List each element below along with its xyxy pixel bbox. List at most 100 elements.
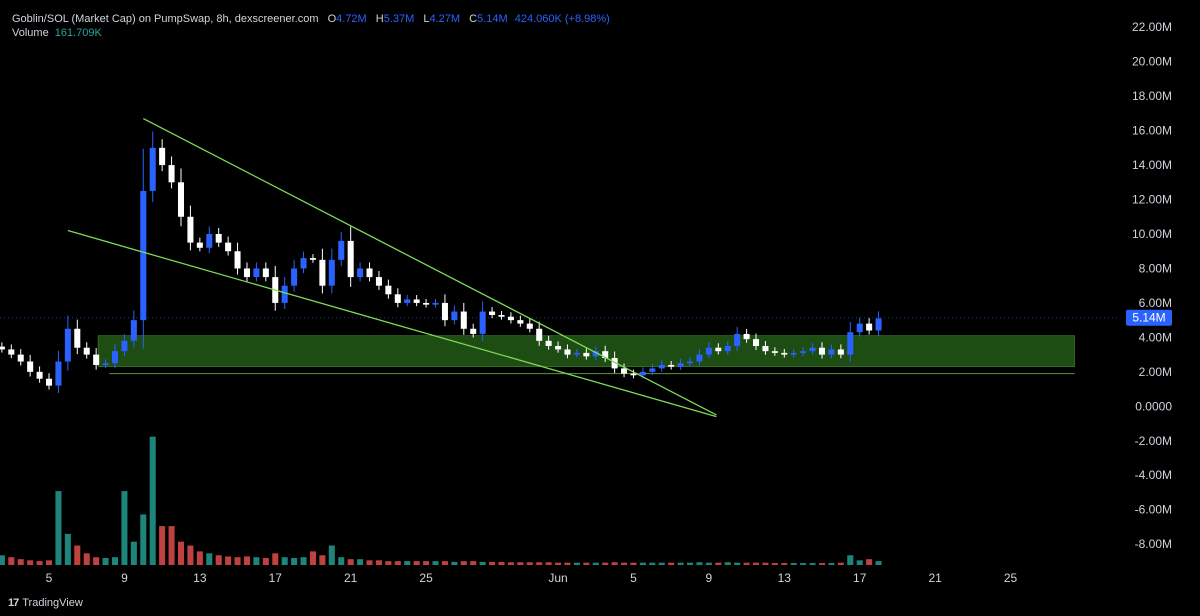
candle-body xyxy=(479,311,486,334)
candle-body xyxy=(300,258,307,269)
volume-bar xyxy=(366,560,373,565)
volume-bar xyxy=(658,562,665,565)
candle-body xyxy=(159,147,166,166)
volume-bar xyxy=(687,562,694,565)
volume-bar xyxy=(489,561,496,565)
x-tick-label: Jun xyxy=(548,571,567,585)
volume-bar xyxy=(715,562,722,565)
candle-body xyxy=(413,299,420,303)
candle-body xyxy=(177,182,185,217)
volume-bar xyxy=(460,561,467,565)
volume-bar xyxy=(677,562,684,565)
volume-bar xyxy=(36,561,43,565)
volume-bar xyxy=(696,562,703,565)
candle-body xyxy=(234,251,241,269)
volume-bar xyxy=(272,553,279,565)
volume-legend: Volume 161.709K xyxy=(12,27,102,39)
volume-bar xyxy=(639,562,646,565)
high-value: 5.37M xyxy=(383,13,415,25)
y-tick-label: 6.00M xyxy=(1139,296,1172,310)
symbol-title: Goblin/SOL (Market Cap) on PumpSwap, 8h,… xyxy=(12,13,319,25)
volume-bar xyxy=(357,559,364,565)
volume-bar xyxy=(300,557,307,565)
candle-body xyxy=(441,302,448,321)
candle-body xyxy=(281,285,288,303)
candle-body xyxy=(404,299,411,303)
candle-body xyxy=(828,349,835,355)
tradingview-footer[interactable]: 17 TradingView xyxy=(8,597,83,609)
volume-bar xyxy=(168,526,175,565)
volume-bar xyxy=(413,561,420,565)
x-tick-label: 21 xyxy=(344,571,358,585)
volume-bar xyxy=(225,556,232,565)
candle-body xyxy=(206,234,213,248)
x-tick-label: 17 xyxy=(269,571,283,585)
y-tick-label: 4.00M xyxy=(1139,330,1172,344)
volume-bar xyxy=(46,560,53,565)
candle-body xyxy=(8,349,15,355)
candle-body xyxy=(243,268,250,278)
y-tick-label: -4.00M xyxy=(1135,468,1172,482)
y-tick-label: 18.00M xyxy=(1132,89,1172,103)
volume-bar xyxy=(206,553,213,565)
y-tick-label: 22.00M xyxy=(1132,20,1172,34)
candle-body xyxy=(621,368,628,374)
candle-body xyxy=(837,349,844,355)
candle-body xyxy=(196,242,203,248)
change-value: 424.060K (+8.98%) xyxy=(514,13,610,25)
candle-body xyxy=(875,318,882,331)
candle-body xyxy=(762,346,769,352)
volume-bar xyxy=(743,562,750,565)
volume-bar xyxy=(27,560,34,565)
x-tick-label: 25 xyxy=(1004,571,1018,585)
volume-bar xyxy=(17,559,24,565)
volume-bar xyxy=(262,558,269,565)
volume-bar xyxy=(573,562,580,565)
volume-bar xyxy=(55,491,62,565)
volume-bar xyxy=(328,545,335,565)
volume-bar xyxy=(790,563,797,565)
volume-bar xyxy=(93,557,100,565)
volume-bar xyxy=(583,562,590,565)
y-tick-label: 0.0000 xyxy=(1135,399,1172,413)
volume-bar xyxy=(545,562,552,565)
chart-canvas[interactable]: 22.00M 20.00M 18.00M 16.00M 14.00M 12.00M 10.0… xyxy=(0,0,1200,616)
candle-body xyxy=(866,323,873,331)
volume-bar xyxy=(385,561,392,565)
candle-body xyxy=(93,354,100,365)
candle-body xyxy=(781,352,788,355)
y-tick-label: -2.00M xyxy=(1135,434,1172,448)
candle-body xyxy=(17,354,24,362)
open-label: O xyxy=(327,13,337,25)
volume-bar xyxy=(253,557,260,565)
candle-body xyxy=(140,190,147,321)
candle-body xyxy=(357,268,364,278)
volume-bar xyxy=(111,557,119,565)
candle-body xyxy=(460,311,467,329)
candle-body xyxy=(583,352,590,357)
candle-body xyxy=(394,294,401,303)
x-tick-label: 13 xyxy=(193,571,207,585)
volume-bar xyxy=(507,562,514,565)
candle-body xyxy=(573,352,580,355)
candle-body xyxy=(347,240,354,278)
volume-bar xyxy=(753,562,760,565)
candle-body xyxy=(800,351,807,353)
candle-body xyxy=(130,320,137,341)
candle-body xyxy=(187,216,194,243)
volume-bar xyxy=(432,561,439,565)
volume-bar xyxy=(856,560,863,565)
volume-bar xyxy=(423,561,430,565)
volume-bar xyxy=(74,545,81,565)
x-tick-label: 25 xyxy=(419,571,433,585)
chart-background xyxy=(0,0,1200,616)
candle-body xyxy=(753,339,760,346)
candle-body xyxy=(328,259,335,286)
volume-bar xyxy=(140,514,147,565)
low-value: 4.27M xyxy=(429,13,461,25)
candle-body xyxy=(517,320,524,324)
candle-body xyxy=(856,323,863,333)
candle-body xyxy=(375,277,382,286)
candle-body xyxy=(507,316,514,321)
volume-bar xyxy=(828,563,835,565)
